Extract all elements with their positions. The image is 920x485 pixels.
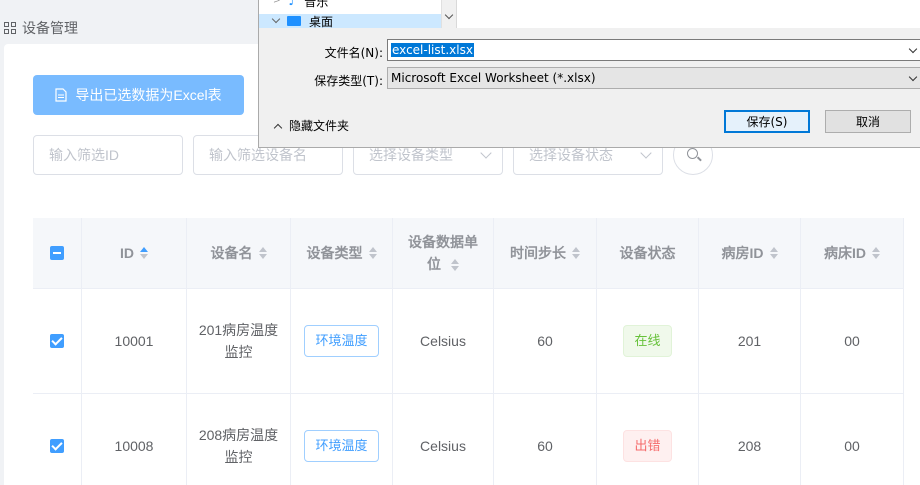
music-icon: ♪ xyxy=(288,0,297,8)
chevron-down-icon xyxy=(444,10,454,20)
filetype-select[interactable]: Microsoft Excel Worksheet (*.xlsx) xyxy=(387,67,920,89)
id-filter-placeholder: 输入筛选ID xyxy=(49,147,119,163)
document-icon xyxy=(55,88,67,102)
header-type-label: 设备类型 xyxy=(306,245,363,261)
cell-type: 环境温度 xyxy=(291,394,393,485)
chevron-up-icon xyxy=(273,123,283,132)
cell-id: 10001 xyxy=(82,289,187,393)
header-status-label: 设备状态 xyxy=(619,245,676,261)
folder-tree: > ♪ 音乐 桌面 xyxy=(259,0,457,28)
cell-status: 在线 xyxy=(597,289,699,393)
row-select-cell xyxy=(33,289,82,393)
id-filter-input[interactable]: 输入筛选ID xyxy=(33,135,183,175)
save-as-dialog: > ♪ 音乐 桌面 文件名(N): excel-list.xlsx 保存类型(T… xyxy=(258,0,920,148)
hide-folders-toggle[interactable]: 隐藏文件夹 xyxy=(273,117,350,134)
desktop-icon xyxy=(287,16,301,26)
cell-room: 208 xyxy=(699,394,801,485)
chevron-down-icon xyxy=(908,72,918,82)
table-header-row: ID 设备名 设备类型 设备数据单位 时间步长 设备状态 病房ID 病床ID xyxy=(33,218,904,289)
cell-id: 10008 xyxy=(82,394,187,485)
cell-type: 环境温度 xyxy=(291,289,393,393)
row-checkbox[interactable] xyxy=(50,334,64,348)
type-filter-placeholder: 选择设备类型 xyxy=(369,147,453,163)
cancel-button[interactable]: 取消 xyxy=(825,110,911,133)
select-all-checkbox[interactable] xyxy=(50,246,64,260)
header-type[interactable]: 设备类型 xyxy=(291,218,393,288)
chevron-down-icon xyxy=(640,147,652,159)
tree-scrollbar[interactable] xyxy=(441,0,456,28)
type-tag: 环境温度 xyxy=(304,430,379,462)
type-tag: 环境温度 xyxy=(304,325,379,357)
sort-icon[interactable] xyxy=(769,247,778,259)
cell-step: 60 xyxy=(494,289,597,393)
status-badge: 出错 xyxy=(623,430,672,462)
header-name-label: 设备名 xyxy=(210,245,253,261)
header-bed[interactable]: 病床ID xyxy=(801,218,904,288)
row-checkbox[interactable] xyxy=(50,439,64,453)
header-name[interactable]: 设备名 xyxy=(187,218,291,288)
header-room-label: 病房ID xyxy=(721,245,764,261)
cell-unit: Celsius xyxy=(393,394,494,485)
export-button-label: 导出已选数据为Excel表 xyxy=(75,87,222,103)
header-step-label: 时间步长 xyxy=(510,245,566,261)
header-unit-wrap: 设备数据单位 xyxy=(407,231,479,275)
filename-input[interactable]: excel-list.xlsx xyxy=(387,39,920,61)
grid-icon xyxy=(4,21,16,34)
chevron-down-icon xyxy=(271,14,281,24)
save-button-label: 保存(S) xyxy=(746,115,788,129)
tree-item-music[interactable]: > ♪ 音乐 xyxy=(273,0,329,9)
header-unit[interactable]: 设备数据单位 xyxy=(393,218,494,288)
cell-name: 201病房温度监控 xyxy=(187,289,291,393)
table-row[interactable]: 10008 208病房温度监控 环境温度 Celsius 60 出错 208 0… xyxy=(33,394,904,485)
cancel-button-label: 取消 xyxy=(855,115,880,129)
sort-icon[interactable] xyxy=(872,247,880,259)
cell-name-text: 201病房温度监控 xyxy=(198,322,279,360)
hide-folders-label: 隐藏文件夹 xyxy=(289,119,350,133)
filetype-value: Microsoft Excel Worksheet (*.xlsx) xyxy=(391,71,596,85)
cell-bed: 00 xyxy=(801,289,904,393)
status-filter-placeholder: 选择设备状态 xyxy=(529,147,613,163)
filetype-label: 保存类型(T): xyxy=(314,74,383,88)
header-room[interactable]: 病房ID xyxy=(699,218,801,288)
select-all-cell xyxy=(33,218,82,288)
name-filter-placeholder: 输入筛选设备名 xyxy=(209,147,307,163)
sort-icon[interactable] xyxy=(450,259,459,272)
search-icon-handle xyxy=(697,156,702,162)
save-button[interactable]: 保存(S) xyxy=(724,110,810,133)
sort-icon[interactable] xyxy=(572,247,580,259)
tree-item-label: 桌面 xyxy=(309,14,334,29)
chevron-down-icon xyxy=(480,147,492,159)
export-excel-button[interactable]: 导出已选数据为Excel表 xyxy=(33,75,244,115)
row-select-cell xyxy=(33,394,82,485)
chevron-right-icon: > xyxy=(273,0,281,6)
cell-room: 201 xyxy=(699,289,801,393)
cell-unit: Celsius xyxy=(393,289,494,393)
filename-label: 文件名(N): xyxy=(324,46,383,60)
sort-icon[interactable] xyxy=(368,247,377,259)
file-list-area xyxy=(457,0,920,28)
header-id[interactable]: ID xyxy=(82,218,187,288)
header-unit-label: 设备数据单位 xyxy=(408,234,478,272)
filename-value: excel-list.xlsx xyxy=(391,43,474,57)
cell-name-text: 208病房温度监控 xyxy=(198,427,279,465)
header-status: 设备状态 xyxy=(597,218,699,288)
cell-step: 60 xyxy=(494,394,597,485)
table-row[interactable]: 10001 201病房温度监控 环境温度 Celsius 60 在线 201 0… xyxy=(33,289,904,394)
tree-item-label: 音乐 xyxy=(304,0,329,9)
tree-item-desktop[interactable]: 桌面 xyxy=(259,14,442,28)
header-id-label: ID xyxy=(120,245,134,261)
cell-status: 出错 xyxy=(597,394,699,485)
page-title: 设备管理 xyxy=(22,19,78,36)
status-badge: 在线 xyxy=(623,325,672,357)
sort-icon[interactable] xyxy=(140,247,148,259)
chevron-down-icon[interactable] xyxy=(908,44,918,54)
header-step[interactable]: 时间步长 xyxy=(494,218,597,288)
sort-icon[interactable] xyxy=(258,247,267,259)
cell-name: 208病房温度监控 xyxy=(187,394,291,485)
header-bed-label: 病床ID xyxy=(824,245,866,261)
cell-bed: 00 xyxy=(801,394,904,485)
